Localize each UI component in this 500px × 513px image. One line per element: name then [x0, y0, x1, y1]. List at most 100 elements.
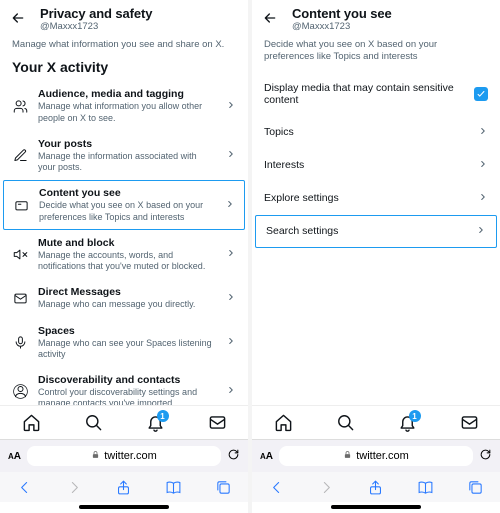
page-handle: @Maxxx1723 [40, 21, 152, 32]
row-explore-settings[interactable]: Explore settings [252, 182, 500, 215]
tab-notifications[interactable]: 1 [146, 413, 165, 435]
row-label: Interests [264, 159, 304, 171]
contacts-icon [12, 384, 28, 399]
url-field[interactable]: twitter.com [279, 446, 473, 466]
row-desc: Manage the information associated with y… [38, 151, 216, 174]
chevron-right-icon [226, 336, 236, 349]
back-button[interactable] [262, 10, 278, 29]
row-desc: Control your discoverability settings an… [38, 387, 216, 405]
row-title: Audience, media and tagging [38, 88, 216, 100]
tab-messages[interactable] [208, 413, 227, 435]
section-heading: Your X activity [0, 59, 248, 81]
row-topics[interactable]: Topics [252, 116, 500, 149]
home-indicator [79, 505, 169, 509]
row-content-you-see[interactable]: Content you seeDecide what you see on X … [3, 180, 245, 230]
url-field[interactable]: twitter.com [27, 446, 221, 466]
card-icon [13, 198, 29, 213]
notif-badge: 1 [157, 410, 169, 422]
chevron-right-icon [226, 385, 236, 398]
row-desc: Manage who can message you directly. [38, 299, 216, 310]
reload-button[interactable] [227, 448, 240, 464]
chevron-right-icon [478, 126, 488, 139]
url-text: twitter.com [104, 450, 157, 462]
chevron-right-icon [226, 100, 236, 113]
screen-privacy-safety: Privacy and safety @Maxxx1723 Manage wha… [0, 0, 248, 513]
browser-toolbar [252, 472, 500, 502]
mic-icon [12, 335, 28, 350]
row-desc: Decide what you see on X based on your p… [39, 200, 215, 223]
row-title: Your posts [38, 138, 216, 150]
browser-back[interactable] [16, 479, 33, 499]
row-your-posts[interactable]: Your postsManage the information associa… [0, 131, 248, 181]
page-description: Decide what you see on X based on your p… [252, 36, 500, 72]
mute-icon [12, 247, 28, 262]
browser-tabs[interactable] [215, 479, 232, 499]
row-mute-block[interactable]: Mute and blockManage the accounts, words… [0, 230, 248, 280]
tab-home[interactable] [22, 413, 41, 435]
settings-list: Audience, media and taggingManage what i… [0, 81, 248, 405]
text-size-button[interactable]: AA [8, 451, 21, 462]
tab-notifications[interactable]: 1 [398, 413, 417, 435]
tab-search[interactable] [84, 413, 103, 435]
toggle-label: Display media that may contain sensitive… [264, 82, 474, 106]
tab-home[interactable] [274, 413, 293, 435]
row-title: Discoverability and contacts [38, 374, 216, 386]
browser-forward [318, 479, 335, 499]
row-direct-messages[interactable]: Direct MessagesManage who can message yo… [0, 279, 248, 317]
page-title: Content you see [292, 6, 392, 21]
row-desc: Manage what information you allow other … [38, 101, 216, 124]
mail-icon [12, 291, 28, 306]
row-audience[interactable]: Audience, media and taggingManage what i… [0, 81, 248, 131]
row-desc: Manage who can see your Spaces listening… [38, 338, 216, 361]
chevron-right-icon [478, 192, 488, 205]
row-discoverability[interactable]: Discoverability and contactsControl your… [0, 367, 248, 405]
browser-bookmarks[interactable] [165, 479, 182, 499]
home-indicator [331, 505, 421, 509]
browser-tabs[interactable] [467, 479, 484, 499]
notif-badge: 1 [409, 410, 421, 422]
text-size-button[interactable]: AA [260, 451, 273, 462]
browser-address-bar: AA twitter.com [252, 439, 500, 472]
browser-address-bar: AA twitter.com [0, 439, 248, 472]
browser-bookmarks[interactable] [417, 479, 434, 499]
browser-share[interactable] [367, 479, 384, 499]
row-search-settings[interactable]: Search settings [255, 215, 497, 248]
row-title: Spaces [38, 325, 216, 337]
screen-content-you-see: Content you see @Maxxx1723 Decide what y… [252, 0, 500, 513]
users-icon [12, 99, 28, 114]
page-header: Privacy and safety @Maxxx1723 [0, 0, 248, 36]
row-interests[interactable]: Interests [252, 149, 500, 182]
row-desc: Manage the accounts, words, and notifica… [38, 250, 216, 273]
browser-toolbar [0, 472, 248, 502]
page-handle: @Maxxx1723 [292, 21, 392, 32]
row-spaces[interactable]: SpacesManage who can see your Spaces lis… [0, 318, 248, 368]
row-label: Topics [264, 126, 294, 138]
back-button[interactable] [10, 10, 26, 29]
chevron-right-icon [478, 159, 488, 172]
page-title: Privacy and safety [40, 6, 152, 21]
row-title: Direct Messages [38, 286, 216, 298]
pencil-icon [12, 148, 28, 163]
checkbox-icon[interactable] [474, 87, 488, 101]
row-label: Explore settings [264, 192, 339, 204]
row-title: Mute and block [38, 237, 216, 249]
chevron-right-icon [225, 199, 235, 212]
chevron-right-icon [226, 248, 236, 261]
chevron-right-icon [226, 149, 236, 162]
tab-messages[interactable] [460, 413, 479, 435]
toggle-sensitive-media[interactable]: Display media that may contain sensitive… [252, 72, 500, 116]
row-title: Content you see [39, 187, 215, 199]
tab-search[interactable] [336, 413, 355, 435]
url-text: twitter.com [356, 450, 409, 462]
reload-button[interactable] [479, 448, 492, 464]
app-tabbar: 1 [0, 405, 248, 439]
browser-share[interactable] [115, 479, 132, 499]
browser-back[interactable] [268, 479, 285, 499]
browser-forward [66, 479, 83, 499]
app-tabbar: 1 [252, 405, 500, 439]
chevron-right-icon [226, 292, 236, 305]
row-label: Search settings [266, 225, 338, 237]
lock-icon [343, 450, 352, 462]
chevron-right-icon [476, 225, 486, 238]
page-description: Manage what information you see and shar… [0, 36, 248, 59]
